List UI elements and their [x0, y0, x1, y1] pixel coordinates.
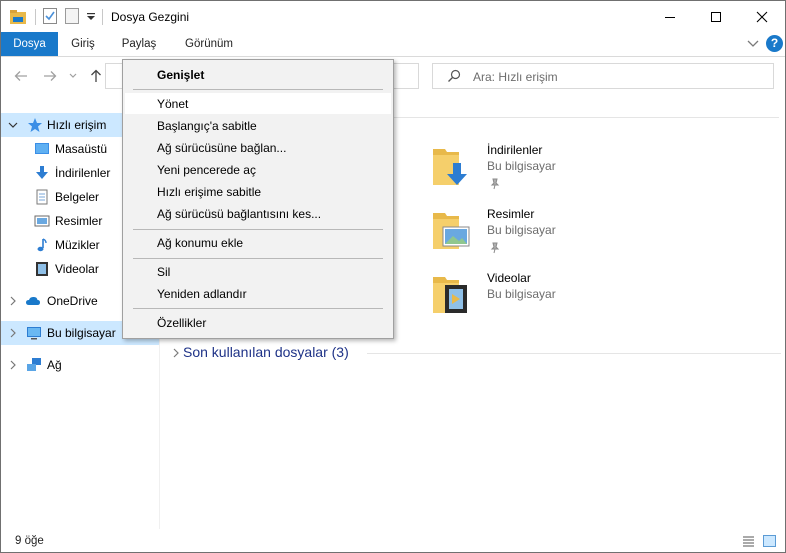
minimize-icon [665, 16, 675, 18]
close-button[interactable] [739, 1, 785, 32]
folder-item-pictures[interactable]: Resimler Bu bilgisayar [431, 207, 651, 265]
menu-item-map-network-drive[interactable]: Ağ sürücüsüne bağlan... [125, 137, 391, 158]
expand-ribbon-chevron-down-icon[interactable] [746, 38, 760, 50]
download-arrow-icon [36, 166, 48, 179]
status-bar: 9 öğe [1, 529, 785, 552]
qat-separator [102, 9, 103, 25]
folder-name: İndirilenler [487, 143, 543, 157]
menu-item-manage[interactable]: Yönet [125, 93, 391, 114]
qat-separator [35, 9, 36, 25]
menu-item-properties[interactable]: Özellikler [125, 312, 391, 333]
forward-arrow-icon[interactable] [41, 67, 59, 85]
sidebar-item-label: Videolar [55, 262, 99, 276]
music-note-icon [37, 238, 47, 252]
recent-files-group-header[interactable]: Son kullanılan dosyalar (3) [169, 343, 781, 363]
menu-item-pin-to-quick-access[interactable]: Hızlı erişime sabitle [125, 181, 391, 202]
close-icon [756, 11, 768, 22]
picture-icon [34, 215, 50, 227]
tab-file[interactable]: Dosya [1, 32, 58, 56]
details-view-icon[interactable] [742, 535, 755, 547]
folder-item-videos[interactable]: Videolar Bu bilgisayar [431, 271, 651, 329]
search-icon [447, 69, 461, 83]
sidebar-item-label: Resimler [55, 214, 103, 228]
folder-name: Videolar [487, 271, 531, 285]
folder-location: Bu bilgisayar [487, 159, 556, 173]
chevron-right-icon[interactable] [8, 360, 18, 370]
pin-icon [490, 178, 500, 190]
chevron-right-icon[interactable] [8, 296, 18, 306]
menu-separator [133, 89, 383, 90]
folder-item-downloads[interactable]: İndirilenler Bu bilgisayar [431, 143, 651, 201]
up-arrow-icon[interactable] [87, 67, 105, 85]
pin-icon [490, 242, 500, 254]
properties-icon[interactable] [43, 8, 57, 26]
maximize-button[interactable] [693, 1, 739, 32]
sidebar-item-label: Bu bilgisayar [47, 326, 116, 340]
downloads-folder-icon [433, 149, 467, 185]
sidebar-item-label: Ağ [47, 358, 62, 372]
menu-item-disconnect-network-drive[interactable]: Ağ sürücüsü bağlantısını kes... [125, 203, 391, 224]
new-folder-icon[interactable] [65, 8, 79, 26]
folder-name: Resimler [487, 207, 535, 221]
menu-item-rename[interactable]: Yeniden adlandır [125, 283, 391, 304]
sidebar-item-label: Müzikler [55, 238, 100, 252]
document-icon [36, 189, 48, 205]
maximize-icon [711, 11, 721, 22]
context-menu: Genişlet Yönet Başlangıç'a sabitle Ağ sü… [122, 59, 394, 339]
folder-location: Bu bilgisayar [487, 223, 556, 237]
tab-home[interactable]: Giriş [59, 32, 107, 56]
group-divider [367, 353, 781, 354]
recent-locations-chevron-down-icon[interactable] [67, 67, 79, 85]
sidebar-item-label: Hızlı erişim [47, 118, 107, 132]
search-placeholder: Ara: Hızlı erişim [473, 70, 558, 84]
menu-separator [133, 308, 383, 309]
menu-item-pin-to-start[interactable]: Başlangıç'a sabitle [125, 115, 391, 136]
tab-view[interactable]: Görünüm [171, 32, 247, 56]
menu-item-expand[interactable]: Genişlet [125, 64, 391, 85]
menu-separator [133, 229, 383, 230]
file-explorer-app-icon[interactable] [9, 8, 27, 26]
customize-toolbar-chevron-down-icon[interactable] [86, 11, 96, 29]
recent-files-label: Son kullanılan dosyalar (3) [183, 344, 349, 360]
file-explorer-window: Dosya Gezgini Dosya Giriş Paylaş Görünüm… [0, 0, 786, 553]
desktop-icon [35, 143, 49, 154]
videos-folder-icon [433, 277, 467, 313]
chevron-down-icon[interactable] [8, 120, 18, 130]
computer-icon [27, 327, 41, 340]
search-box[interactable]: Ara: Hızlı erişim [432, 63, 774, 89]
back-arrow-icon[interactable] [12, 67, 30, 85]
ribbon-tabs: Dosya Giriş Paylaş Görünüm ? [1, 32, 785, 57]
star-icon [28, 118, 42, 132]
item-count: 9 öğe [15, 535, 44, 547]
chevron-right-icon[interactable] [8, 328, 18, 338]
menu-separator [133, 258, 383, 259]
menu-item-delete[interactable]: Sil [125, 261, 391, 282]
window-title: Dosya Gezgini [111, 10, 190, 24]
network-icon [27, 358, 41, 371]
pictures-folder-icon [433, 213, 470, 249]
sidebar-item-label: Belgeler [55, 190, 100, 204]
menu-item-open-new-window[interactable]: Yeni pencerede aç [125, 159, 391, 180]
title-bar: Dosya Gezgini [1, 1, 785, 32]
tab-share[interactable]: Paylaş [111, 32, 167, 56]
sidebar-item-label: Masaüstü [55, 142, 108, 156]
minimize-button[interactable] [647, 1, 693, 32]
sidebar-item-label: OneDrive [47, 294, 98, 308]
folder-location: Bu bilgisayar [487, 287, 556, 301]
menu-item-add-network-location[interactable]: Ağ konumu ekle [125, 232, 391, 253]
video-film-icon [36, 262, 48, 276]
large-icons-view-icon[interactable] [763, 535, 776, 547]
chevron-right-icon[interactable] [171, 347, 181, 359]
sidebar-item-label: İndirilenler [55, 166, 111, 180]
cloud-icon [26, 296, 40, 305]
help-icon[interactable]: ? [766, 35, 783, 52]
sidebar-item-network[interactable]: Ağ [1, 353, 159, 377]
